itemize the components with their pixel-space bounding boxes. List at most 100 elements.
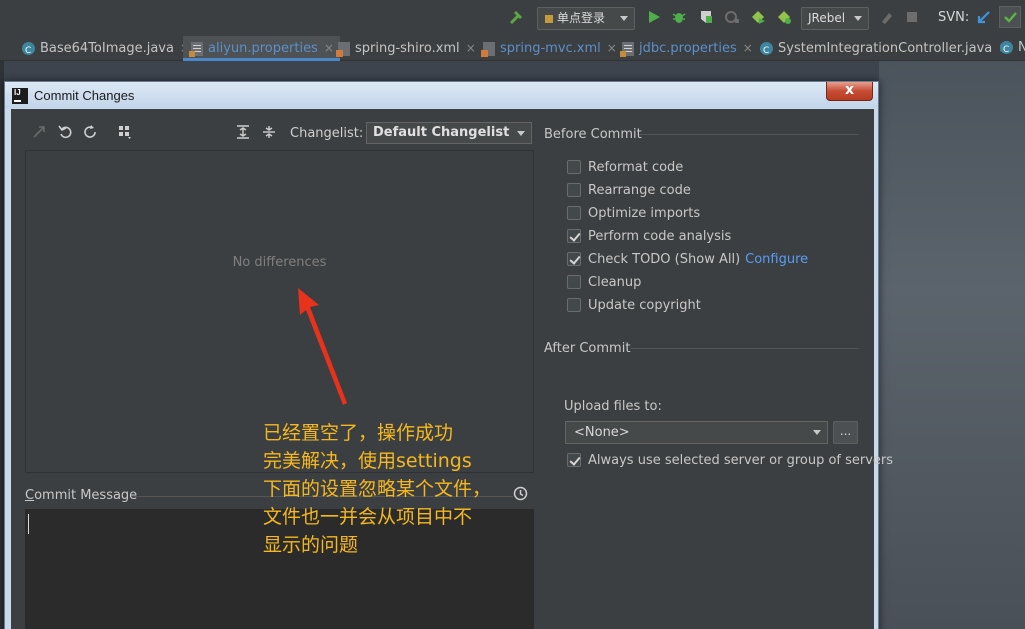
jrebel-run-icon[interactable] — [749, 8, 767, 26]
upload-target-select[interactable]: <None> — [565, 421, 828, 444]
tab-aliyun-properties[interactable]: aliyun.properties × — [183, 36, 340, 61]
option-label: Check TODO (Show All) — [588, 251, 741, 267]
close-icon[interactable]: × — [607, 41, 617, 55]
group-by-icon[interactable] — [117, 125, 133, 141]
annotation-text: 已经置空了，操作成功 完美解决，使用settings 下面的设置忽略某个文件， … — [263, 419, 533, 559]
intellij-logo-icon: IJ — [12, 88, 28, 104]
main-toolbar: 单点登录 JRebel SVN: — [0, 0, 1025, 36]
rearrange-code-checkbox[interactable]: Rearrange code — [567, 181, 691, 199]
tab-label: Base64ToImage.java — [40, 41, 174, 56]
editor-tabs: Base64ToImage.java× aliyun.properties× s… — [0, 36, 1025, 63]
upload-target-value: <None> — [574, 425, 630, 440]
configure-link[interactable]: Configure — [745, 252, 808, 267]
properties-icon — [189, 41, 203, 57]
checkbox-box[interactable] — [567, 183, 581, 197]
run-icon[interactable] — [645, 8, 663, 26]
expand-all-icon[interactable] — [235, 125, 251, 141]
changes-toolbar: Changelist: Default Changelist — [11, 121, 536, 147]
changelist-select[interactable]: Default Changelist — [366, 122, 532, 144]
annotation-line: 已经置空了，操作成功 — [263, 422, 454, 444]
option-label: Perform code analysis — [588, 228, 732, 244]
upload-files-label: Upload files to: — [564, 399, 662, 414]
tab-base64toimage[interactable]: Base64ToImage.java× — [22, 36, 190, 63]
rollback-icon[interactable] — [57, 125, 73, 141]
attach-debugger-icon[interactable] — [878, 8, 896, 26]
always-use-server-checkbox[interactable]: Always use selected server or group of s… — [567, 451, 893, 469]
tab-label: jdbc.properties — [639, 41, 737, 56]
dialog-title: Commit Changes — [34, 88, 135, 103]
xml-icon — [336, 41, 350, 57]
option-label: Reformat code — [588, 159, 684, 175]
no-differences-text: No differences — [232, 255, 327, 270]
dialog-close-button[interactable]: x — [826, 82, 873, 101]
separator — [639, 134, 859, 135]
debug-icon[interactable] — [670, 8, 688, 26]
svn-label: SVN: — [938, 10, 970, 25]
close-icon[interactable]: × — [743, 41, 753, 55]
dialog-titlebar[interactable]: IJ Commit Changes x — [5, 82, 878, 108]
stop-icon[interactable] — [903, 8, 921, 26]
annotation-line: 文件也一并会从项目中不 — [263, 506, 473, 528]
coverage-icon[interactable] — [697, 8, 715, 26]
tab-label: spring-mvc.xml — [500, 41, 601, 56]
option-label: Rearrange code — [588, 182, 691, 198]
tab-jdbc-properties[interactable]: jdbc.properties × — [620, 36, 753, 61]
changelist-label: Changelist: — [290, 126, 364, 141]
checkbox-box[interactable] — [567, 206, 581, 220]
jrebel-debug-icon[interactable] — [775, 8, 793, 26]
xml-icon — [481, 41, 495, 57]
jrebel-select[interactable]: JRebel — [801, 7, 869, 30]
tab-label: aliyun.properties — [208, 41, 318, 56]
reformat-code-checkbox[interactable]: Reformat code — [567, 158, 683, 176]
checkbox-box[interactable] — [567, 160, 581, 174]
chevron-down-icon — [854, 16, 862, 21]
collapse-all-icon[interactable] — [261, 125, 277, 141]
close-icon[interactable]: × — [324, 41, 334, 55]
option-label: Update copyright — [588, 297, 701, 313]
show-diff-icon[interactable] — [31, 125, 47, 141]
run-config-icon — [545, 14, 553, 23]
annotation-line: 下面的设置忽略某个文件， — [263, 478, 492, 500]
option-label: Cleanup — [588, 274, 642, 290]
class-icon — [1000, 38, 1013, 62]
checkbox-box[interactable] — [567, 229, 581, 243]
tab-systemintegrationcontroller[interactable]: SystemIntegrationController.java× — [760, 36, 1008, 63]
cleanup-checkbox[interactable]: Cleanup — [567, 273, 641, 291]
close-icon[interactable]: × — [466, 41, 476, 55]
tab-overflow[interactable]: N — [1000, 36, 1025, 62]
option-label: Always use selected server or group of s… — [588, 452, 894, 468]
profiler-icon[interactable] — [723, 8, 741, 26]
tab-label: SystemIntegrationController.java — [778, 41, 993, 56]
chevron-down-icon — [620, 16, 628, 21]
run-config-label: 单点登录 — [557, 11, 606, 25]
separator — [631, 348, 859, 349]
checkbox-box[interactable] — [567, 275, 581, 289]
tab-label: N — [1018, 40, 1025, 55]
checkbox-box[interactable] — [567, 453, 581, 467]
update-copyright-checkbox[interactable]: Update copyright — [567, 296, 701, 314]
tab-spring-shiro[interactable]: spring-shiro.xml × — [336, 36, 476, 61]
optimize-imports-checkbox[interactable]: Optimize imports — [567, 204, 700, 222]
checkbox-box[interactable] — [567, 252, 581, 266]
annotation-line: 完美解决，使用settings — [263, 450, 472, 472]
text-caret — [28, 514, 29, 534]
properties-icon — [620, 41, 634, 57]
svn-update-icon[interactable] — [975, 8, 993, 26]
build-hammer-icon[interactable] — [507, 8, 525, 26]
option-label: Optimize imports — [588, 205, 701, 221]
refresh-icon[interactable] — [82, 125, 98, 141]
run-config-select[interactable]: 单点登录 — [537, 7, 635, 30]
before-commit-title: Before Commit — [544, 127, 642, 142]
editor-background — [879, 61, 1025, 629]
tab-spring-mvc[interactable]: spring-mvc.xml × — [481, 36, 617, 61]
svn-commit-icon[interactable] — [999, 6, 1021, 28]
checkbox-box[interactable] — [567, 298, 581, 312]
annotation-arrow — [298, 288, 347, 405]
tab-label: spring-shiro.xml — [355, 41, 460, 56]
check-todo-checkbox[interactable]: Check TODO (Show All) Configure — [567, 250, 808, 268]
annotation-line: 显示的问题 — [263, 534, 359, 556]
browse-servers-button[interactable]: ... — [833, 421, 858, 444]
perform-code-analysis-checkbox[interactable]: Perform code analysis — [567, 227, 731, 245]
changelist-value: Default Changelist — [373, 125, 510, 140]
chevron-down-icon — [813, 430, 821, 435]
